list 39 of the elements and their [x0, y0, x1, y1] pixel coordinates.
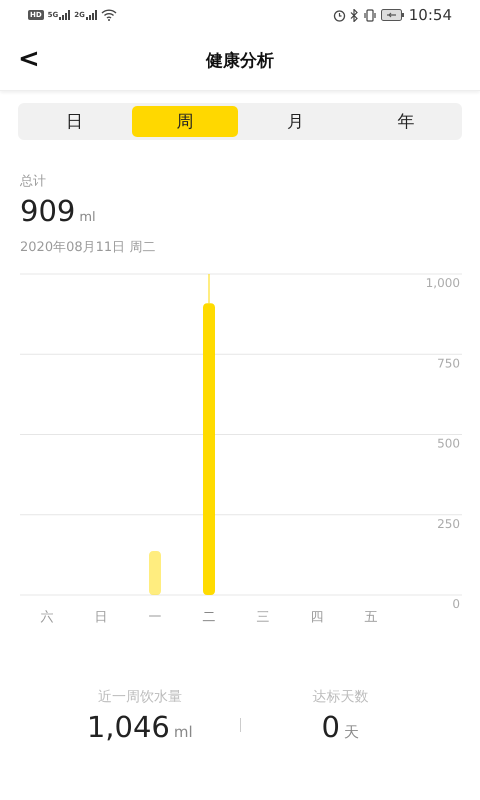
stat-value: 0 — [322, 710, 340, 744]
axis-category-label: 六 — [40, 610, 54, 625]
period-tab[interactable]: 月 — [242, 106, 348, 137]
battery-icon — [380, 9, 405, 21]
period-tab[interactable]: 周 — [132, 106, 238, 137]
axis-tick-label: 500 — [437, 436, 460, 450]
wifi-icon — [100, 9, 117, 21]
signal-icon — [58, 10, 70, 20]
stat-value: 1,046 — [86, 710, 170, 744]
period-tab[interactable]: 日 — [21, 106, 128, 137]
total-label: 总计 — [20, 173, 47, 190]
axis-category-label: 二 — [202, 610, 216, 625]
bar[interactable] — [203, 303, 215, 595]
vibrate-icon — [362, 8, 377, 22]
back-button[interactable]: < — [12, 44, 46, 74]
alarm-icon — [332, 8, 346, 22]
page-title: 健康分析 — [206, 50, 274, 72]
bluetooth-icon — [350, 8, 359, 22]
axis-tick-label: 1,000 — [426, 276, 460, 290]
period-tab[interactable]: 年 — [352, 106, 459, 137]
signal-icon — [84, 10, 97, 20]
axis-category-label: 四 — [310, 610, 324, 625]
axis-tick-label: 250 — [437, 516, 460, 531]
total-unit: ml — [79, 210, 96, 225]
stat-unit: 天 — [344, 723, 359, 742]
axis-category-label: 五 — [364, 610, 378, 625]
stat-label: 达标天数 — [312, 688, 368, 706]
axis-category-label: 一 — [148, 610, 162, 625]
status-time: 10:54 — [408, 6, 452, 24]
date-label: 2020年08月11日 周二 — [20, 239, 156, 256]
axis-category-label: 三 — [256, 610, 270, 625]
total-value: 909 — [20, 194, 76, 228]
bar[interactable] — [149, 551, 161, 595]
stat-unit: ml — [174, 723, 193, 741]
stat-label: 近一周饮水量 — [98, 688, 182, 706]
axis-tick-label: 0 — [452, 597, 460, 611]
cursor-line — [208, 274, 210, 304]
axis-tick-label: 750 — [437, 356, 460, 370]
axis-category-label: 日 — [94, 610, 108, 625]
